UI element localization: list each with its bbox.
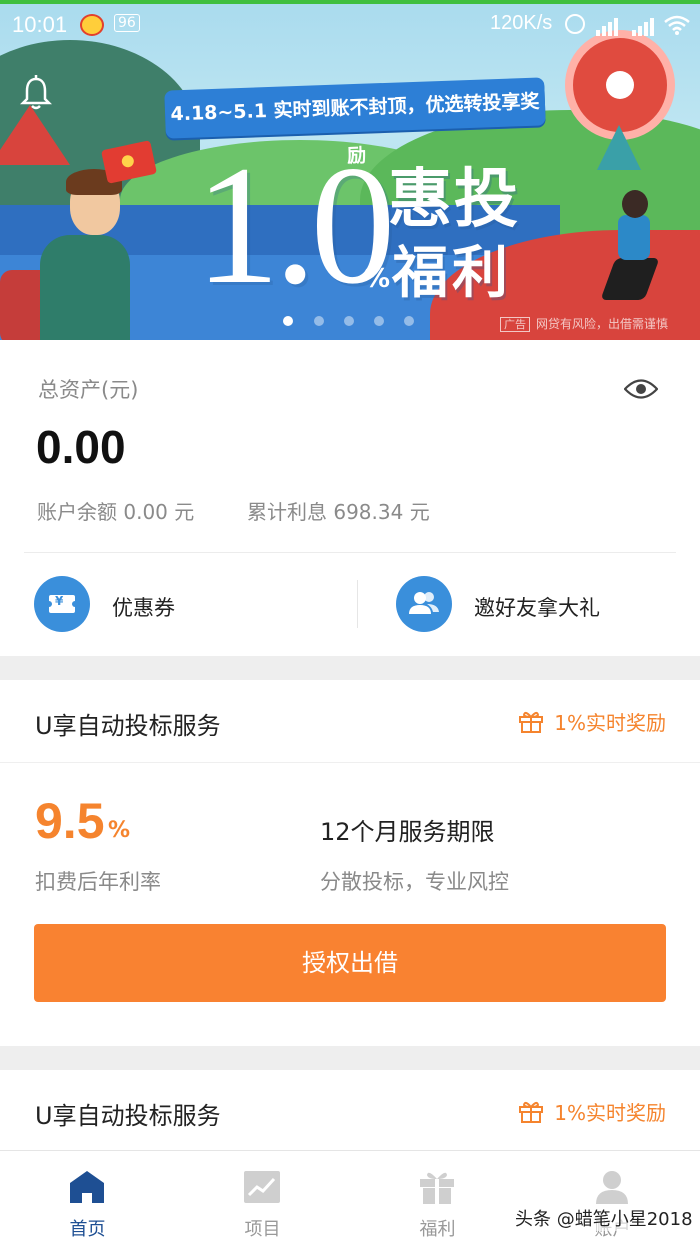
service-card: U享自动投标服务 1%实时奖励 [0,1070,700,1150]
carousel-dot-active[interactable] [283,316,293,326]
carousel-dot[interactable] [404,316,414,326]
bell-icon[interactable] [20,75,52,111]
service-title: U享自动投标服务 [35,712,221,740]
signal-icon [632,18,654,36]
service-term-desc: 分散投标，专业风控 [320,870,509,894]
notification-badge: 96 [114,14,140,32]
service-reward[interactable]: 1%实时奖励 [554,1097,666,1126]
carousel-indicator [283,316,423,328]
tab-projects[interactable]: 项目 [175,1151,350,1244]
accumulated-interest: 累计利息 698.34 元 [247,500,430,524]
promo-big-number: 1.0 [195,131,395,319]
gift-icon [420,1172,454,1204]
coupon-label: 优惠券 [112,596,175,620]
gift-icon [519,1101,543,1123]
watermark: 头条 @蜡笔小星2018 [515,1205,693,1231]
runner-illustration [600,190,660,300]
annual-rate-label: 扣费后年利率 [35,870,161,894]
tab-welfare[interactable]: 福利 [350,1151,525,1244]
man-illustration [0,169,130,340]
chart-icon [244,1171,280,1203]
promo-headline-1: 惠投 [388,163,520,237]
carousel-dot[interactable] [374,316,384,326]
tab-home[interactable]: 首页 [0,1151,175,1244]
top-progress-line [0,0,700,4]
total-assets-label: 总资产(元) [38,378,139,402]
promo-headline-2: 福利 [392,241,512,306]
total-assets-amount: 0.00 [36,421,126,473]
service-title: U享自动投标服务 [35,1102,221,1130]
divider [24,552,676,553]
alarm-icon [565,14,585,34]
promo-banner[interactable]: 10:01 96 120K/s 4.18~5.1 实时到账不封顶，优选转投享奖励… [0,0,700,340]
risk-disclaimer: 网贷有风险，出借需谨慎 [536,317,669,331]
account-balance: 账户余额 0.00 元 [37,500,195,524]
service-reward[interactable]: 1%实时奖励 [554,707,666,736]
annual-rate-value: 9.5 [35,793,105,849]
weibo-icon [80,14,104,36]
tab-label: 福利 [419,1219,456,1240]
yuan-symbol: ¥ [55,594,64,608]
service-card: U享自动投标服务 1%实时奖励 9.5 % 扣费后年利率 12个月服务期限 分散… [0,680,700,1046]
tent-illustration [0,105,70,165]
invite-friends-label: 邀好友拿大礼 [474,596,600,620]
prize-wheel-illustration [565,30,675,140]
ad-disclaimer: 广告 网贷有风险，出借需谨慎 [500,315,668,332]
assets-card: 总资产(元) 0.00 账户余额 0.00 元 累计利息 698.34 元 ¥ … [0,340,700,656]
divider [357,580,358,628]
ad-tag: 广告 [500,317,530,332]
gift-icon [519,711,543,733]
promo-percent-sign: % [364,264,391,294]
status-bar: 10:01 96 120K/s [0,6,700,46]
network-speed: 120K/s [490,12,553,34]
annual-rate-unit: % [108,818,131,843]
signal-icon [596,18,618,36]
carousel-dot[interactable] [314,316,324,326]
tab-label: 项目 [244,1219,281,1240]
eye-icon[interactable] [624,378,658,400]
friends-icon [396,576,452,632]
user-icon [596,1171,628,1204]
status-time: 10:01 [12,12,68,37]
carousel-dot[interactable] [344,316,354,326]
prize-wheel-stand [597,125,641,170]
service-term: 12个月服务期限 [320,818,495,846]
tab-label: 首页 [69,1219,106,1240]
home-icon [70,1171,104,1203]
divider [0,762,700,763]
wifi-icon [664,15,690,35]
authorize-lend-button[interactable]: 授权出借 [34,924,666,1002]
